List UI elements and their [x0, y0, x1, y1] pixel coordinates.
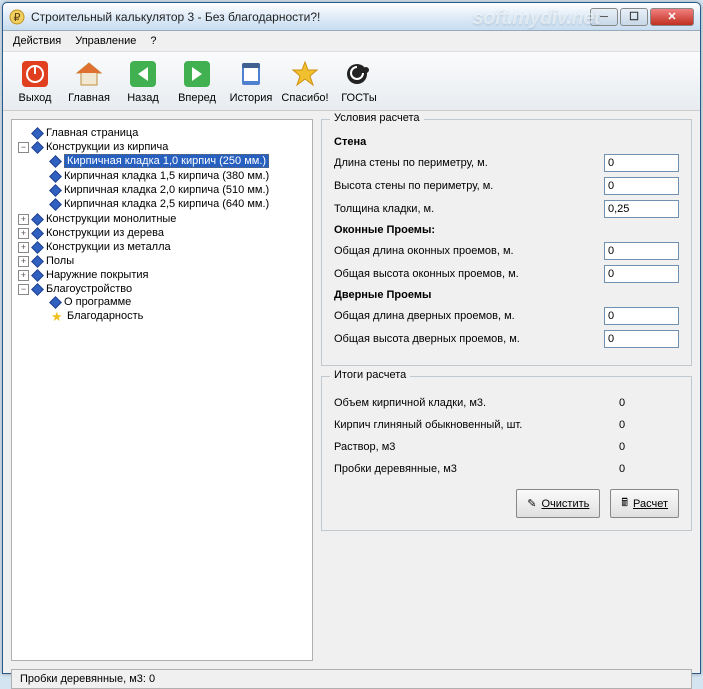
star-icon: ★	[51, 310, 63, 322]
doors-heading: Дверные Проемы	[334, 289, 679, 301]
close-button[interactable]: ✕	[650, 8, 694, 26]
tree-item-metal[interactable]: +Конструкции из металла	[18, 240, 308, 254]
diamond-icon	[31, 241, 44, 254]
star-icon	[289, 58, 321, 90]
tree-item-floors[interactable]: +Полы	[18, 254, 308, 268]
diamond-icon	[49, 198, 62, 211]
menu-actions[interactable]: Действия	[13, 35, 61, 47]
results-title: Итоги расчета	[330, 369, 410, 381]
windows-heading: Оконные Проемы:	[334, 224, 679, 236]
tree-item-landscape[interactable]: −Благоустройство О программе ★Благодарно…	[18, 282, 308, 324]
back-button[interactable]: Назад	[117, 56, 169, 106]
collapse-icon[interactable]: −	[18, 142, 29, 153]
exit-button[interactable]: Выход	[9, 56, 61, 106]
home-label: Главная	[68, 92, 110, 104]
wall-heading: Стена	[334, 136, 679, 148]
wall-h-label: Высота стены по периметру, м.	[334, 180, 604, 192]
door-len-label: Общая длина дверных проемов, м.	[334, 310, 604, 322]
diamond-icon	[31, 213, 44, 226]
expand-icon[interactable]: +	[18, 270, 29, 281]
toolbar: Выход Главная Назад Вперед История Спаси…	[3, 52, 700, 111]
conditions-group: Условия расчета Стена Длина стены по пер…	[321, 119, 692, 366]
thickness-input[interactable]	[604, 200, 679, 218]
tree-item-main[interactable]: Главная страница	[18, 126, 308, 140]
gosty-button[interactable]: ГОСТы	[333, 56, 385, 106]
gosty-label: ГОСТы	[341, 92, 377, 104]
wall-len-label: Длина стены по периметру, м.	[334, 157, 604, 169]
door-len-input[interactable]	[604, 307, 679, 325]
expand-icon[interactable]: +	[18, 242, 29, 253]
tree-item-wood[interactable]: +Конструкции из дерева	[18, 226, 308, 240]
svg-text:₽: ₽	[14, 12, 21, 24]
win-len-label: Общая длина оконных проемов, м.	[334, 245, 604, 257]
expand-icon[interactable]: +	[18, 256, 29, 267]
history-button[interactable]: История	[225, 56, 277, 106]
statusbar: Пробки деревянные, м3: 0	[11, 669, 692, 689]
menu-manage[interactable]: Управление	[75, 35, 136, 47]
diamond-icon	[31, 227, 44, 240]
r2-value: 0	[619, 419, 679, 431]
diamond-icon	[31, 141, 44, 154]
diamond-icon	[49, 296, 62, 309]
tree-item-mono[interactable]: +Конструкции монолитные	[18, 212, 308, 226]
r2-label: Кирпич глиняный обыкновенный, шт.	[334, 419, 619, 431]
diamond-icon	[49, 155, 62, 168]
thickness-label: Толщина кладки, м.	[334, 203, 604, 215]
brush-icon: ✎	[527, 497, 536, 510]
tree-panel: Главная страница −Конструкции из кирпича…	[11, 119, 313, 661]
diamond-icon	[49, 170, 62, 183]
thanks-label: Спасибо!	[281, 92, 328, 104]
menu-help[interactable]: ?	[150, 35, 156, 47]
history-label: История	[230, 92, 273, 104]
diamond-icon	[31, 127, 44, 140]
door-h-input[interactable]	[604, 330, 679, 348]
diamond-icon	[31, 269, 44, 282]
r3-value: 0	[619, 441, 679, 453]
tree-item-brick-3[interactable]: Кирпичная кладка 2,0 кирпича (510 мм.)	[36, 183, 308, 197]
tree-item-about[interactable]: О программе	[36, 295, 308, 309]
win-len-input[interactable]	[604, 242, 679, 260]
thanks-button[interactable]: Спасибо!	[279, 56, 331, 106]
wall-h-input[interactable]	[604, 177, 679, 195]
r4-label: Пробки деревянные, м3	[334, 463, 619, 475]
expand-icon[interactable]: +	[18, 228, 29, 239]
tree-item-ext[interactable]: +Наружние покрытия	[18, 268, 308, 282]
window-title: Строительный калькулятор 3 - Без благода…	[31, 10, 590, 24]
r1-label: Объем кирпичной кладки, м3.	[334, 397, 619, 409]
menubar: Действия Управление ?	[3, 31, 700, 52]
win-h-input[interactable]	[604, 265, 679, 283]
expand-icon[interactable]: +	[18, 214, 29, 225]
tree-item-brick-2[interactable]: Кирпичная кладка 1,5 кирпича (380 мм.)	[36, 169, 308, 183]
r1-value: 0	[619, 397, 679, 409]
titlebar: ₽ Строительный калькулятор 3 - Без благо…	[3, 3, 700, 31]
diamond-icon	[31, 283, 44, 296]
app-icon: ₽	[9, 9, 25, 25]
minimize-button[interactable]: ─	[590, 8, 618, 26]
forward-button[interactable]: Вперед	[171, 56, 223, 106]
diamond-icon	[49, 184, 62, 197]
collapse-icon[interactable]: −	[18, 284, 29, 295]
diamond-icon	[31, 255, 44, 268]
tree-item-brick-1[interactable]: Кирпичная кладка 1,0 кирпич (250 мм.)	[36, 153, 308, 169]
r4-value: 0	[619, 463, 679, 475]
back-label: Назад	[127, 92, 159, 104]
tree-item-thanks[interactable]: ★Благодарность	[36, 309, 308, 323]
results-group: Итоги расчета Объем кирпичной кладки, м3…	[321, 376, 692, 531]
calc-button[interactable]: 🖩Расчет	[610, 489, 679, 518]
tree-item-brick-4[interactable]: Кирпичная кладка 2,5 кирпича (640 мм.)	[36, 197, 308, 211]
exit-label: Выход	[19, 92, 52, 104]
forward-label: Вперед	[178, 92, 216, 104]
maximize-button[interactable]: ☐	[620, 8, 648, 26]
r3-label: Раствор, м3	[334, 441, 619, 453]
wall-len-input[interactable]	[604, 154, 679, 172]
win-h-label: Общая высота оконных проемов, м.	[334, 268, 604, 280]
home-button[interactable]: Главная	[63, 56, 115, 106]
tree-item-brick[interactable]: −Конструкции из кирпича Кирпичная кладка…	[18, 140, 308, 212]
clear-button[interactable]: ✎Очистить	[516, 489, 600, 518]
calculator-icon: 🖩	[621, 494, 628, 513]
conditions-title: Условия расчета	[330, 112, 424, 124]
door-h-label: Общая высота дверных проемов, м.	[334, 333, 604, 345]
